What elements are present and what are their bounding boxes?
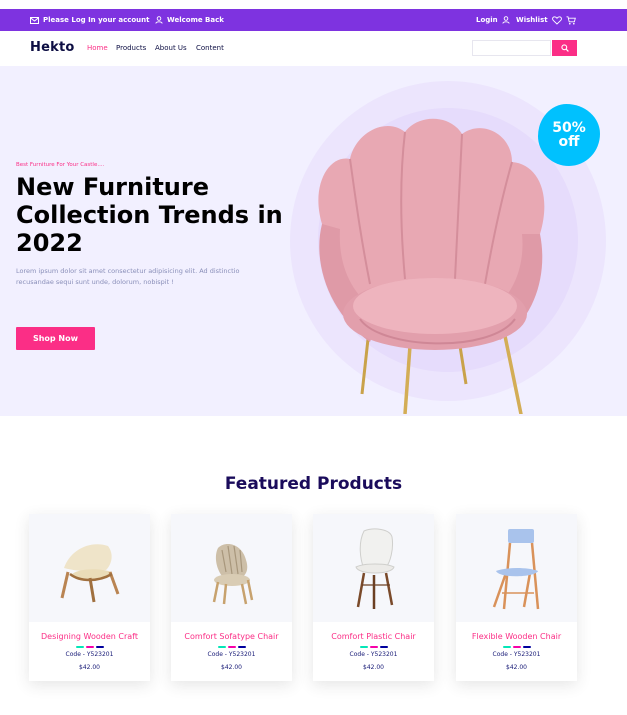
color-swatches xyxy=(313,646,434,648)
cart-button[interactable] xyxy=(566,14,576,26)
swatch xyxy=(227,646,236,648)
swatch xyxy=(359,646,368,648)
color-swatches xyxy=(29,646,150,648)
wooden-chair-icon xyxy=(492,529,539,610)
badge-off: off xyxy=(558,134,580,150)
product-code: Code - Y523201 xyxy=(207,651,256,658)
shop-now-button[interactable]: Shop Now xyxy=(16,327,95,350)
hero-banner: 50% off Best Furniture For Your Castle..… xyxy=(0,66,627,416)
product-name[interactable]: Flexible Wooden Chair xyxy=(456,632,577,641)
nav-products[interactable]: Products xyxy=(116,44,146,52)
cart-icon xyxy=(566,15,576,24)
welcome-back[interactable]: Welcome Back xyxy=(155,14,224,26)
product-card[interactable]: Comfort Sofatype Chair Code - Y523201 $4… xyxy=(171,514,292,681)
swatch xyxy=(75,646,84,648)
search-button[interactable] xyxy=(552,40,577,56)
product-name[interactable]: Designing Wooden Craft xyxy=(29,632,150,641)
product-price: $42.00 xyxy=(363,664,384,671)
welcome-label: Welcome Back xyxy=(167,16,224,24)
login-prompt-label: Please Log In your account xyxy=(43,16,150,24)
discount-badge: 50% off xyxy=(538,104,600,166)
product-image xyxy=(171,514,292,622)
swatch xyxy=(379,646,388,648)
hero-pink-chair-image xyxy=(318,118,545,414)
product-code: Code - Y523201 xyxy=(349,651,398,658)
product-name[interactable]: Comfort Plastic Chair xyxy=(313,632,434,641)
swatch xyxy=(522,646,531,648)
product-code: Code - Y523201 xyxy=(65,651,114,658)
nav-content[interactable]: Content xyxy=(196,44,224,52)
product-price: $42.00 xyxy=(506,664,527,671)
page: Please Log In your account Welcome Back … xyxy=(0,0,627,715)
product-price: $42.00 xyxy=(221,664,242,671)
hero-tagline: Best Furniture For Your Castle.... xyxy=(16,162,105,168)
armchair-icon xyxy=(212,544,253,605)
logo[interactable]: Hekto xyxy=(30,40,75,55)
product-image xyxy=(456,514,577,622)
lounge-chair-icon xyxy=(60,544,119,603)
product-image xyxy=(29,514,150,622)
color-swatches xyxy=(171,646,292,648)
wishlist-label: Wishlist xyxy=(516,16,548,24)
product-card[interactable]: Flexible Wooden Chair Code - Y523201 $42… xyxy=(456,514,577,681)
wishlist-link[interactable]: Wishlist xyxy=(516,14,562,26)
login-link[interactable]: Login xyxy=(476,14,510,26)
featured-products-title: Featured Products xyxy=(224,474,403,494)
user-icon xyxy=(502,16,510,24)
nav-home[interactable]: Home xyxy=(87,44,108,52)
top-bar: Please Log In your account Welcome Back … xyxy=(0,9,627,31)
login-prompt[interactable]: Please Log In your account xyxy=(30,14,149,26)
nav-about-us[interactable]: About Us xyxy=(155,44,187,52)
heart-icon xyxy=(551,15,562,25)
top-spacer xyxy=(0,0,627,9)
swatch xyxy=(237,646,246,648)
badge-percent: 50% xyxy=(552,120,586,136)
hero-title: New Furniture Collection Trends in 2022 xyxy=(16,173,283,257)
swatch xyxy=(369,646,378,648)
mail-icon xyxy=(30,16,39,24)
product-card[interactable]: Designing Wooden Craft Code - Y523201 $4… xyxy=(29,514,150,681)
swatch xyxy=(85,646,94,648)
color-swatches xyxy=(456,646,577,648)
product-name[interactable]: Comfort Sofatype Chair xyxy=(171,632,292,641)
product-price: $42.00 xyxy=(79,664,100,671)
product-card[interactable]: Comfort Plastic Chair Code - Y523201 $42… xyxy=(313,514,434,681)
swatch xyxy=(217,646,226,648)
search-input[interactable] xyxy=(472,40,551,56)
login-label: Login xyxy=(476,16,498,24)
user-icon xyxy=(155,16,163,24)
swatch xyxy=(95,646,104,648)
hero-description: Lorem ipsum dolor sit amet consectetur a… xyxy=(16,267,240,286)
plastic-chair-icon xyxy=(354,528,395,609)
search-icon xyxy=(560,44,569,52)
swatch xyxy=(502,646,511,648)
product-code: Code - Y523201 xyxy=(492,651,541,658)
product-image xyxy=(313,514,434,622)
swatch xyxy=(512,646,521,648)
main-nav: Hekto Home Products About Us Content xyxy=(0,31,627,66)
